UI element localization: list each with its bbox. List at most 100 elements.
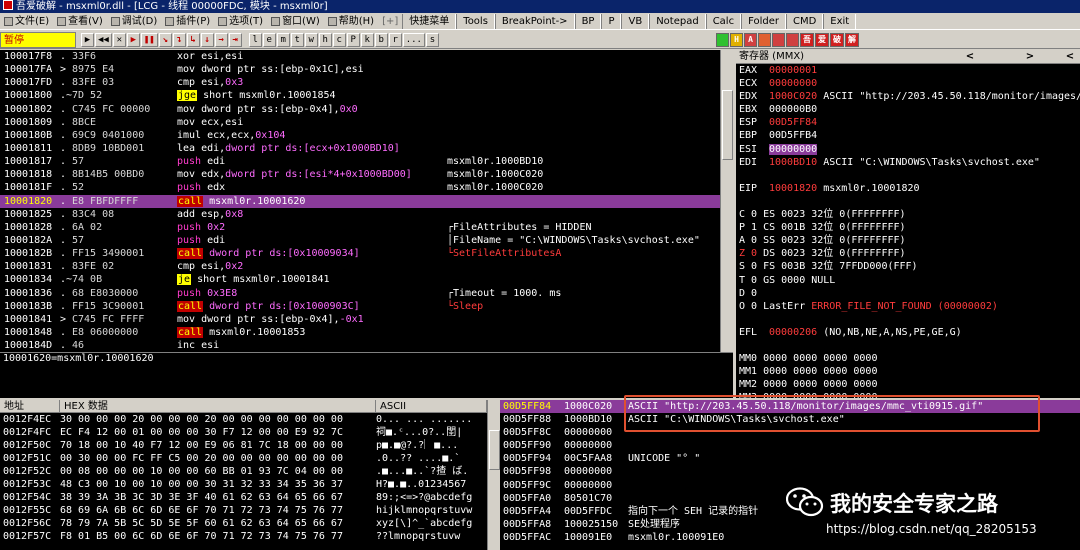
quick-item-2[interactable]: BreakPoint->	[494, 13, 575, 29]
quick-item-6[interactable]: Notepad	[649, 13, 706, 29]
disasm-row[interactable]: 1000183B. FF15 3C90001 call dword ptr ds:[…	[0, 300, 720, 313]
register-line[interactable]: MM1 0000 0000 0000 0000	[736, 365, 1080, 378]
debug-button-6[interactable]: ↴	[172, 32, 186, 47]
register-line[interactable]: MM2 0000 0000 0000 0000	[736, 378, 1080, 391]
dump-header-hex[interactable]: HEX 数据	[60, 400, 376, 412]
debug-button-2[interactable]: ✕	[112, 32, 126, 47]
disassembly-pane[interactable]: 100017F8. 33F6 xor esi,esi 100017FA >8975 E4…	[0, 50, 720, 352]
dump-scrollbar[interactable]	[487, 400, 500, 550]
quick-item-9[interactable]: CMD	[785, 13, 824, 29]
menu-item-5[interactable]: 窗口(W)	[267, 14, 324, 29]
debug-button-0[interactable]: ▶	[81, 32, 94, 47]
plugin-button-5[interactable]	[786, 32, 799, 47]
dump-row[interactable]: 0012F53C 48 C3 00 10 00 10 00 00 30 31 32…	[0, 478, 487, 491]
disasm-row[interactable]: 1000181F. 52 push edx msxml0r.1000C020	[0, 181, 720, 194]
disasm-row[interactable]: 1000180B. 69C9 0401000 imul ecx,ecx,0x104	[0, 129, 720, 142]
register-line[interactable]: S 0 FS 003B 32位 7FFDD000(FFF)	[736, 260, 1080, 273]
disasm-row[interactable]: 10001820. E8 FBFDFFFF call msxml0r.1000162…	[0, 194, 720, 208]
disasm-row[interactable]: 10001825. 83C4 08 add esp,0x8	[0, 208, 720, 221]
debug-button-10[interactable]: ⇥	[228, 32, 242, 47]
plugin-button-0[interactable]	[716, 32, 729, 47]
dump-row[interactable]: 0012F55C 68 69 6A 6B 6C 6D 6E 6F 70 71 72…	[0, 504, 487, 517]
register-line[interactable]: Z 0 DS 0023 32位 0(FFFFFFFF)	[736, 247, 1080, 260]
dump-header-ascii[interactable]: ASCII	[376, 400, 487, 412]
registers-pane[interactable]: 寄存器 (MMX) < > < EAX 00000001 ECX 00000000 ED…	[736, 50, 1080, 398]
quick-item-1[interactable]: Tools	[456, 13, 495, 29]
dump-row[interactable]: 0012F50C 70 18 00 10 40 F7 12 00 E9 06 81…	[0, 439, 487, 452]
disasm-row[interactable]: 10001809. 8BCE mov ecx,esi	[0, 116, 720, 129]
debug-button-8[interactable]: ↓	[200, 32, 214, 47]
debug-button-7[interactable]: ↳	[186, 32, 200, 47]
window-button-0[interactable]: l	[248, 32, 262, 47]
window-button-6[interactable]: c	[332, 32, 346, 47]
menu-item-4[interactable]: 选项(T)	[214, 14, 267, 29]
debug-button-9[interactable]: →	[214, 32, 228, 47]
registers-next-button[interactable]: >	[1000, 50, 1060, 63]
plugin-button-2[interactable]: A	[744, 32, 757, 47]
menu-item-0[interactable]: 文件(E)	[0, 14, 53, 29]
register-line[interactable]: ECX 00000000	[736, 77, 1080, 90]
quick-item-0[interactable]: 快捷菜单	[402, 13, 457, 29]
register-line[interactable]: EIP 10001820 msxml0r.10001820	[736, 182, 1080, 195]
register-line[interactable]: MM0 0000 0000 0000 0000	[736, 352, 1080, 365]
window-button-7[interactable]: P	[346, 32, 360, 47]
plugin-button-3[interactable]	[758, 32, 771, 47]
window-button-1[interactable]: e	[262, 32, 276, 47]
debug-button-5[interactable]: ↘	[158, 32, 172, 47]
disasm-row[interactable]: 10001800 .~ 7D 52 jge short msxml0r.1000185…	[0, 89, 720, 102]
window-button-8[interactable]: k	[360, 32, 374, 47]
dump-row[interactable]: 0012F57C F8 01 B5 00 6C 6D 6E 6F 70 71 72…	[0, 530, 487, 543]
disasm-row[interactable]: 1000182A. 57 push edi │FileName = "C:\WINDO…	[0, 234, 720, 247]
register-line[interactable]: D 0	[736, 287, 1080, 300]
plugin-button-4[interactable]	[772, 32, 785, 47]
register-line[interactable]: P 1 CS 001B 32位 0(FFFFFFFF)	[736, 221, 1080, 234]
stack-row[interactable]: 00D5FF98 00000000	[500, 465, 1080, 478]
disasm-row[interactable]: 10001848. E8 06000000 call msxml0r.1000185…	[0, 326, 720, 339]
dump-row[interactable]: 0012F4EC 30 00 00 00 20 00 00 00 20 00 00…	[0, 413, 487, 426]
menu-item-1[interactable]: 查看(V)	[53, 14, 107, 29]
disasm-row[interactable]: 10001817. 57 push edi msxml0r.1000BD10	[0, 155, 720, 168]
disasm-row[interactable]: 10001811. 8DB9 10BD001 lea edi,dword ptr d…	[0, 142, 720, 155]
register-line[interactable]: ESI 00000000	[736, 143, 1080, 156]
window-button-4[interactable]: w	[304, 32, 318, 47]
dump-row[interactable]: 0012F52C 00 08 00 00 00 10 00 00 60 BB 01…	[0, 465, 487, 478]
menu-item-2[interactable]: 调试(D)	[107, 14, 162, 29]
dump-row[interactable]: 0012F54C 38 39 3A 3B 3C 3D 3E 3F 40 61 62…	[0, 491, 487, 504]
disasm-row[interactable]: 100017FA >8975 E4 mov dword ptr ss:[ebp-0x…	[0, 63, 720, 76]
disasm-row[interactable]: 10001836. 68 E8030000 push 0x3E8 ┌Timeout =…	[0, 287, 720, 300]
debug-button-3[interactable]: ▶	[126, 32, 140, 47]
quick-item-7[interactable]: Calc	[705, 13, 742, 29]
disasm-row[interactable]: 1000184D. 46 inc esi	[0, 339, 720, 352]
dump-row[interactable]: 0012F4FC EC F4 12 00 01 00 00 00 30 F7 12…	[0, 426, 487, 439]
disasm-row[interactable]: 10001841 > C745 FC FFFF mov dword ptr ss:[e…	[0, 313, 720, 326]
menu-item-6[interactable]: 帮助(H)	[324, 14, 378, 29]
plugin-button-7[interactable]: 爱	[815, 32, 829, 47]
window-button-9[interactable]: b	[374, 32, 388, 47]
stack-row[interactable]: 00D5FF94 00C5FAA8 UNICODE "° "	[500, 452, 1080, 465]
register-line[interactable]: EDI 1000BD10 ASCII "C:\WINDOWS\Tasks\svch…	[736, 156, 1080, 169]
disasm-row[interactable]: 10001802. C745 FC 00000 mov dword ptr ss:[…	[0, 103, 720, 116]
disasm-row[interactable]: 100017FD. 83FE 03 cmp esi,0x3	[0, 76, 720, 89]
window-button-11[interactable]: ...	[402, 32, 425, 47]
window-button-5[interactable]: h	[318, 32, 332, 47]
register-line[interactable]: C 0 ES 0023 32位 0(FFFFFFFF)	[736, 208, 1080, 221]
plugin-button-9[interactable]: 解	[845, 32, 859, 47]
plugin-button-8[interactable]: 破	[830, 32, 844, 47]
register-line[interactable]: EDX 1000C020 ASCII "http://203.45.50.118/…	[736, 90, 1080, 103]
quick-item-5[interactable]: VB	[621, 13, 650, 29]
quick-item-3[interactable]: BP	[574, 13, 602, 29]
disasm-row[interactable]: 10001831. 83FE 02 cmp esi,0x2	[0, 260, 720, 273]
quick-item-8[interactable]: Folder	[741, 13, 786, 29]
window-button-10[interactable]: r	[388, 32, 402, 47]
register-line[interactable]: ESP 00D5FF84	[736, 116, 1080, 129]
disassembly-scrollbar[interactable]	[720, 50, 733, 352]
window-button-3[interactable]: t	[290, 32, 304, 47]
registers-collapse-button[interactable]: <	[1060, 50, 1080, 63]
disasm-row[interactable]: 10001828. 6A 02 push 0x2 ┌FileAttributes = …	[0, 221, 720, 234]
quick-item-4[interactable]: P	[601, 13, 622, 29]
quick-item-10[interactable]: Exit	[823, 13, 857, 29]
register-line[interactable]: EBP 00D5FFB4	[736, 129, 1080, 142]
register-line[interactable]: EFL 00000206 (NO,NB,NE,A,NS,PE,GE,G)	[736, 326, 1080, 339]
dump-row[interactable]: 0012F56C 78 79 7A 5B 5C 5D 5E 5F 60 61 62…	[0, 517, 487, 530]
registers-prev-button[interactable]: <	[940, 50, 1000, 63]
